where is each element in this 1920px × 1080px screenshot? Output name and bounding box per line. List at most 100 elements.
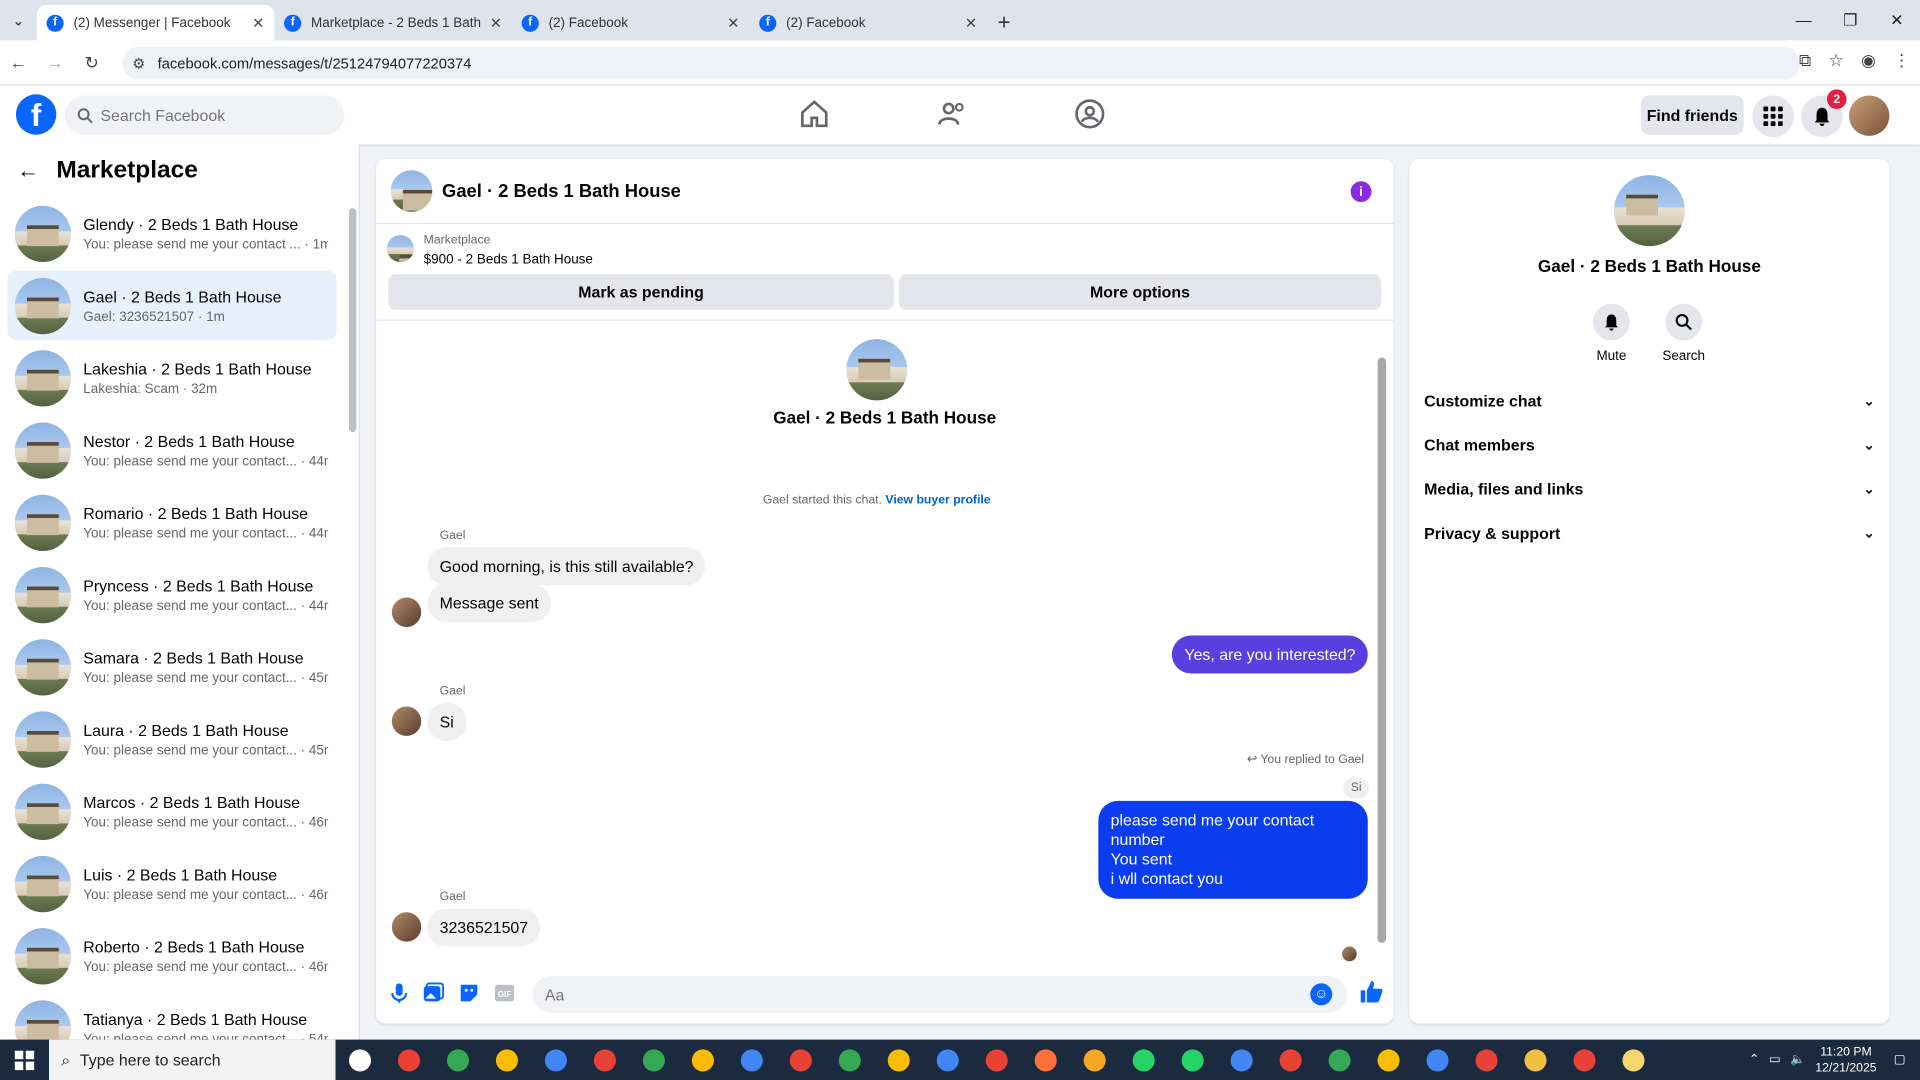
browser-menu-icon[interactable]: ⋮: [1893, 50, 1910, 71]
conversation-item[interactable]: Romario · 2 Beds 1 Bath House You: please…: [7, 487, 336, 557]
taskbar-app-icon[interactable]: [336, 1040, 385, 1080]
quoted-message[interactable]: Si: [1343, 777, 1369, 799]
taskbar-app-icon[interactable]: [874, 1040, 923, 1080]
restore-icon[interactable]: ❐: [1827, 0, 1874, 40]
listing-thumbnail[interactable]: [390, 170, 433, 212]
incoming-message[interactable]: Good morning, is this still available?: [427, 547, 706, 586]
facebook-logo-icon[interactable]: f: [15, 94, 57, 135]
forward-icon[interactable]: →: [37, 53, 74, 73]
taskbar-app-icon[interactable]: [1168, 1040, 1217, 1080]
view-buyer-profile-link[interactable]: View buyer profile: [885, 493, 990, 506]
site-info-icon[interactable]: ⚙: [132, 54, 145, 71]
chat-title[interactable]: Gael · 2 Beds 1 Bath House: [442, 181, 681, 202]
new-tab-button[interactable]: +: [987, 5, 1021, 41]
tab-close-icon[interactable]: ✕: [727, 14, 739, 31]
taskbar-app-icon[interactable]: [923, 1040, 972, 1080]
profile-icon[interactable]: ◉: [1861, 50, 1876, 71]
tray-chevron-icon[interactable]: ⌃: [1749, 1053, 1759, 1066]
taskbar-app-icon[interactable]: [629, 1040, 678, 1080]
taskbar-search[interactable]: ⌕ Type here to search: [48, 1039, 336, 1080]
menu-grid-button[interactable]: [1752, 95, 1794, 138]
taskbar-app-icon[interactable]: [678, 1040, 727, 1080]
taskbar-app-icon[interactable]: [1609, 1040, 1658, 1080]
browser-tab-marketplace[interactable]: f Marketplace - 2 Beds 1 Bath Ho ✕: [274, 5, 512, 41]
groups-icon[interactable]: [1074, 98, 1106, 130]
friends-icon[interactable]: [937, 98, 969, 130]
tab-close-icon[interactable]: ✕: [490, 14, 502, 31]
start-button[interactable]: [0, 1040, 49, 1080]
install-app-icon[interactable]: ⧉: [1799, 50, 1811, 71]
incoming-message[interactable]: 3236521507: [427, 908, 541, 947]
volume-icon[interactable]: 🔈: [1790, 1053, 1805, 1066]
conversation-item[interactable]: Nestor · 2 Beds 1 Bath House You: please …: [7, 415, 336, 485]
chat-members-row[interactable]: Chat members ⌄: [1424, 426, 1875, 463]
emoji-icon[interactable]: ☺: [1310, 983, 1333, 1006]
conversation-item[interactable]: Glendy · 2 Beds 1 Bath House You: please …: [7, 198, 336, 268]
network-icon[interactable]: ▭: [1769, 1053, 1781, 1066]
browser-tab-facebook-2[interactable]: f (2) Facebook ✕: [749, 5, 987, 41]
conversation-item[interactable]: Samara · 2 Beds 1 Bath House You: please …: [7, 632, 336, 702]
tab-close-icon[interactable]: ✕: [252, 14, 264, 31]
taskbar-app-icon[interactable]: [1021, 1040, 1070, 1080]
message-input[interactable]: [544, 985, 1280, 1004]
taskbar-app-icon[interactable]: [1315, 1040, 1364, 1080]
taskbar-app-icon[interactable]: [1462, 1040, 1511, 1080]
taskbar-app-icon[interactable]: [1119, 1040, 1168, 1080]
minimize-icon[interactable]: —: [1780, 0, 1827, 40]
scrollbar-thumb[interactable]: [348, 208, 357, 433]
notification-center-icon[interactable]: ▢: [1894, 1053, 1906, 1066]
close-window-icon[interactable]: ✕: [1873, 0, 1920, 40]
taskbar-app-icon[interactable]: [727, 1040, 776, 1080]
search-conversation-button[interactable]: Search: [1647, 303, 1720, 364]
incoming-message[interactable]: Message sent: [427, 584, 551, 623]
microphone-icon[interactable]: [388, 982, 410, 1004]
taskbar-app-icon[interactable]: [531, 1040, 580, 1080]
tab-search-chevron-icon[interactable]: ⌄: [0, 0, 37, 40]
outgoing-message[interactable]: Yes, are you interested?: [1172, 635, 1368, 674]
conversation-item[interactable]: Roberto · 2 Beds 1 Bath House You: please…: [7, 921, 336, 991]
conversation-item[interactable]: Marcos · 2 Beds 1 Bath House You: please …: [7, 776, 336, 846]
taskbar-app-icon[interactable]: [580, 1040, 629, 1080]
taskbar-app-icon[interactable]: [776, 1040, 825, 1080]
photo-icon[interactable]: [422, 982, 445, 1004]
back-icon[interactable]: ←: [0, 53, 37, 73]
reload-icon[interactable]: ↻: [73, 52, 110, 73]
conversation-item[interactable]: Pryncess · 2 Beds 1 Bath House You: pleas…: [7, 560, 336, 630]
taskbar-app-icon[interactable]: [1070, 1040, 1119, 1080]
info-icon[interactable]: i: [1350, 181, 1372, 203]
browser-tab-messenger[interactable]: f (2) Messenger | Facebook ✕: [36, 4, 275, 41]
sender-avatar[interactable]: [391, 706, 422, 736]
taskbar-app-icon[interactable]: [1364, 1040, 1413, 1080]
chat-scrollbar-thumb[interactable]: [1377, 357, 1387, 943]
message-input-box[interactable]: ☺: [532, 975, 1347, 1013]
privacy-support-row[interactable]: Privacy & support ⌄: [1424, 514, 1875, 551]
taskbar-app-icon[interactable]: [972, 1040, 1021, 1080]
listing-small-thumbnail[interactable]: [386, 235, 414, 263]
taskbar-app-icon[interactable]: [1217, 1040, 1266, 1080]
facebook-search[interactable]: [64, 95, 345, 135]
taskbar-app-icon[interactable]: [1511, 1040, 1560, 1080]
taskbar-app-icon[interactable]: [1413, 1040, 1462, 1080]
conversation-item[interactable]: Luis · 2 Beds 1 Bath House You: please se…: [7, 849, 336, 919]
taskbar-app-icon[interactable]: [482, 1040, 531, 1080]
conversation-item[interactable]: Gael · 2 Beds 1 Bath House Gael: 32365215…: [7, 270, 337, 341]
browser-tab-facebook-1[interactable]: f (2) Facebook ✕: [512, 5, 750, 41]
customize-chat-row[interactable]: Customize chat ⌄: [1424, 382, 1875, 419]
like-thumb-icon[interactable]: [1359, 980, 1383, 1004]
sticker-icon[interactable]: [458, 982, 480, 1004]
tab-close-icon[interactable]: ✕: [965, 14, 977, 31]
taskbar-app-icon[interactable]: [825, 1040, 874, 1080]
gif-icon[interactable]: GIF: [493, 982, 515, 1004]
conversation-item[interactable]: Laura · 2 Beds 1 Bath House You: please s…: [7, 704, 336, 774]
details-avatar[interactable]: [1613, 175, 1685, 247]
clock[interactable]: 11:20 PM 12/21/2025: [1815, 1044, 1876, 1076]
more-options-button[interactable]: More options: [898, 274, 1382, 310]
home-icon[interactable]: [798, 98, 830, 130]
sender-avatar[interactable]: [391, 912, 422, 942]
taskbar-app-icon[interactable]: [384, 1040, 433, 1080]
find-friends-button[interactable]: Find friends: [1640, 95, 1744, 135]
back-arrow-icon[interactable]: ←: [17, 158, 39, 184]
listing-price-title[interactable]: $900 - 2 Beds 1 Bath House: [424, 252, 593, 267]
outgoing-message[interactable]: please send me your contact number You s…: [1098, 800, 1368, 899]
taskbar-app-icon[interactable]: [1560, 1040, 1609, 1080]
